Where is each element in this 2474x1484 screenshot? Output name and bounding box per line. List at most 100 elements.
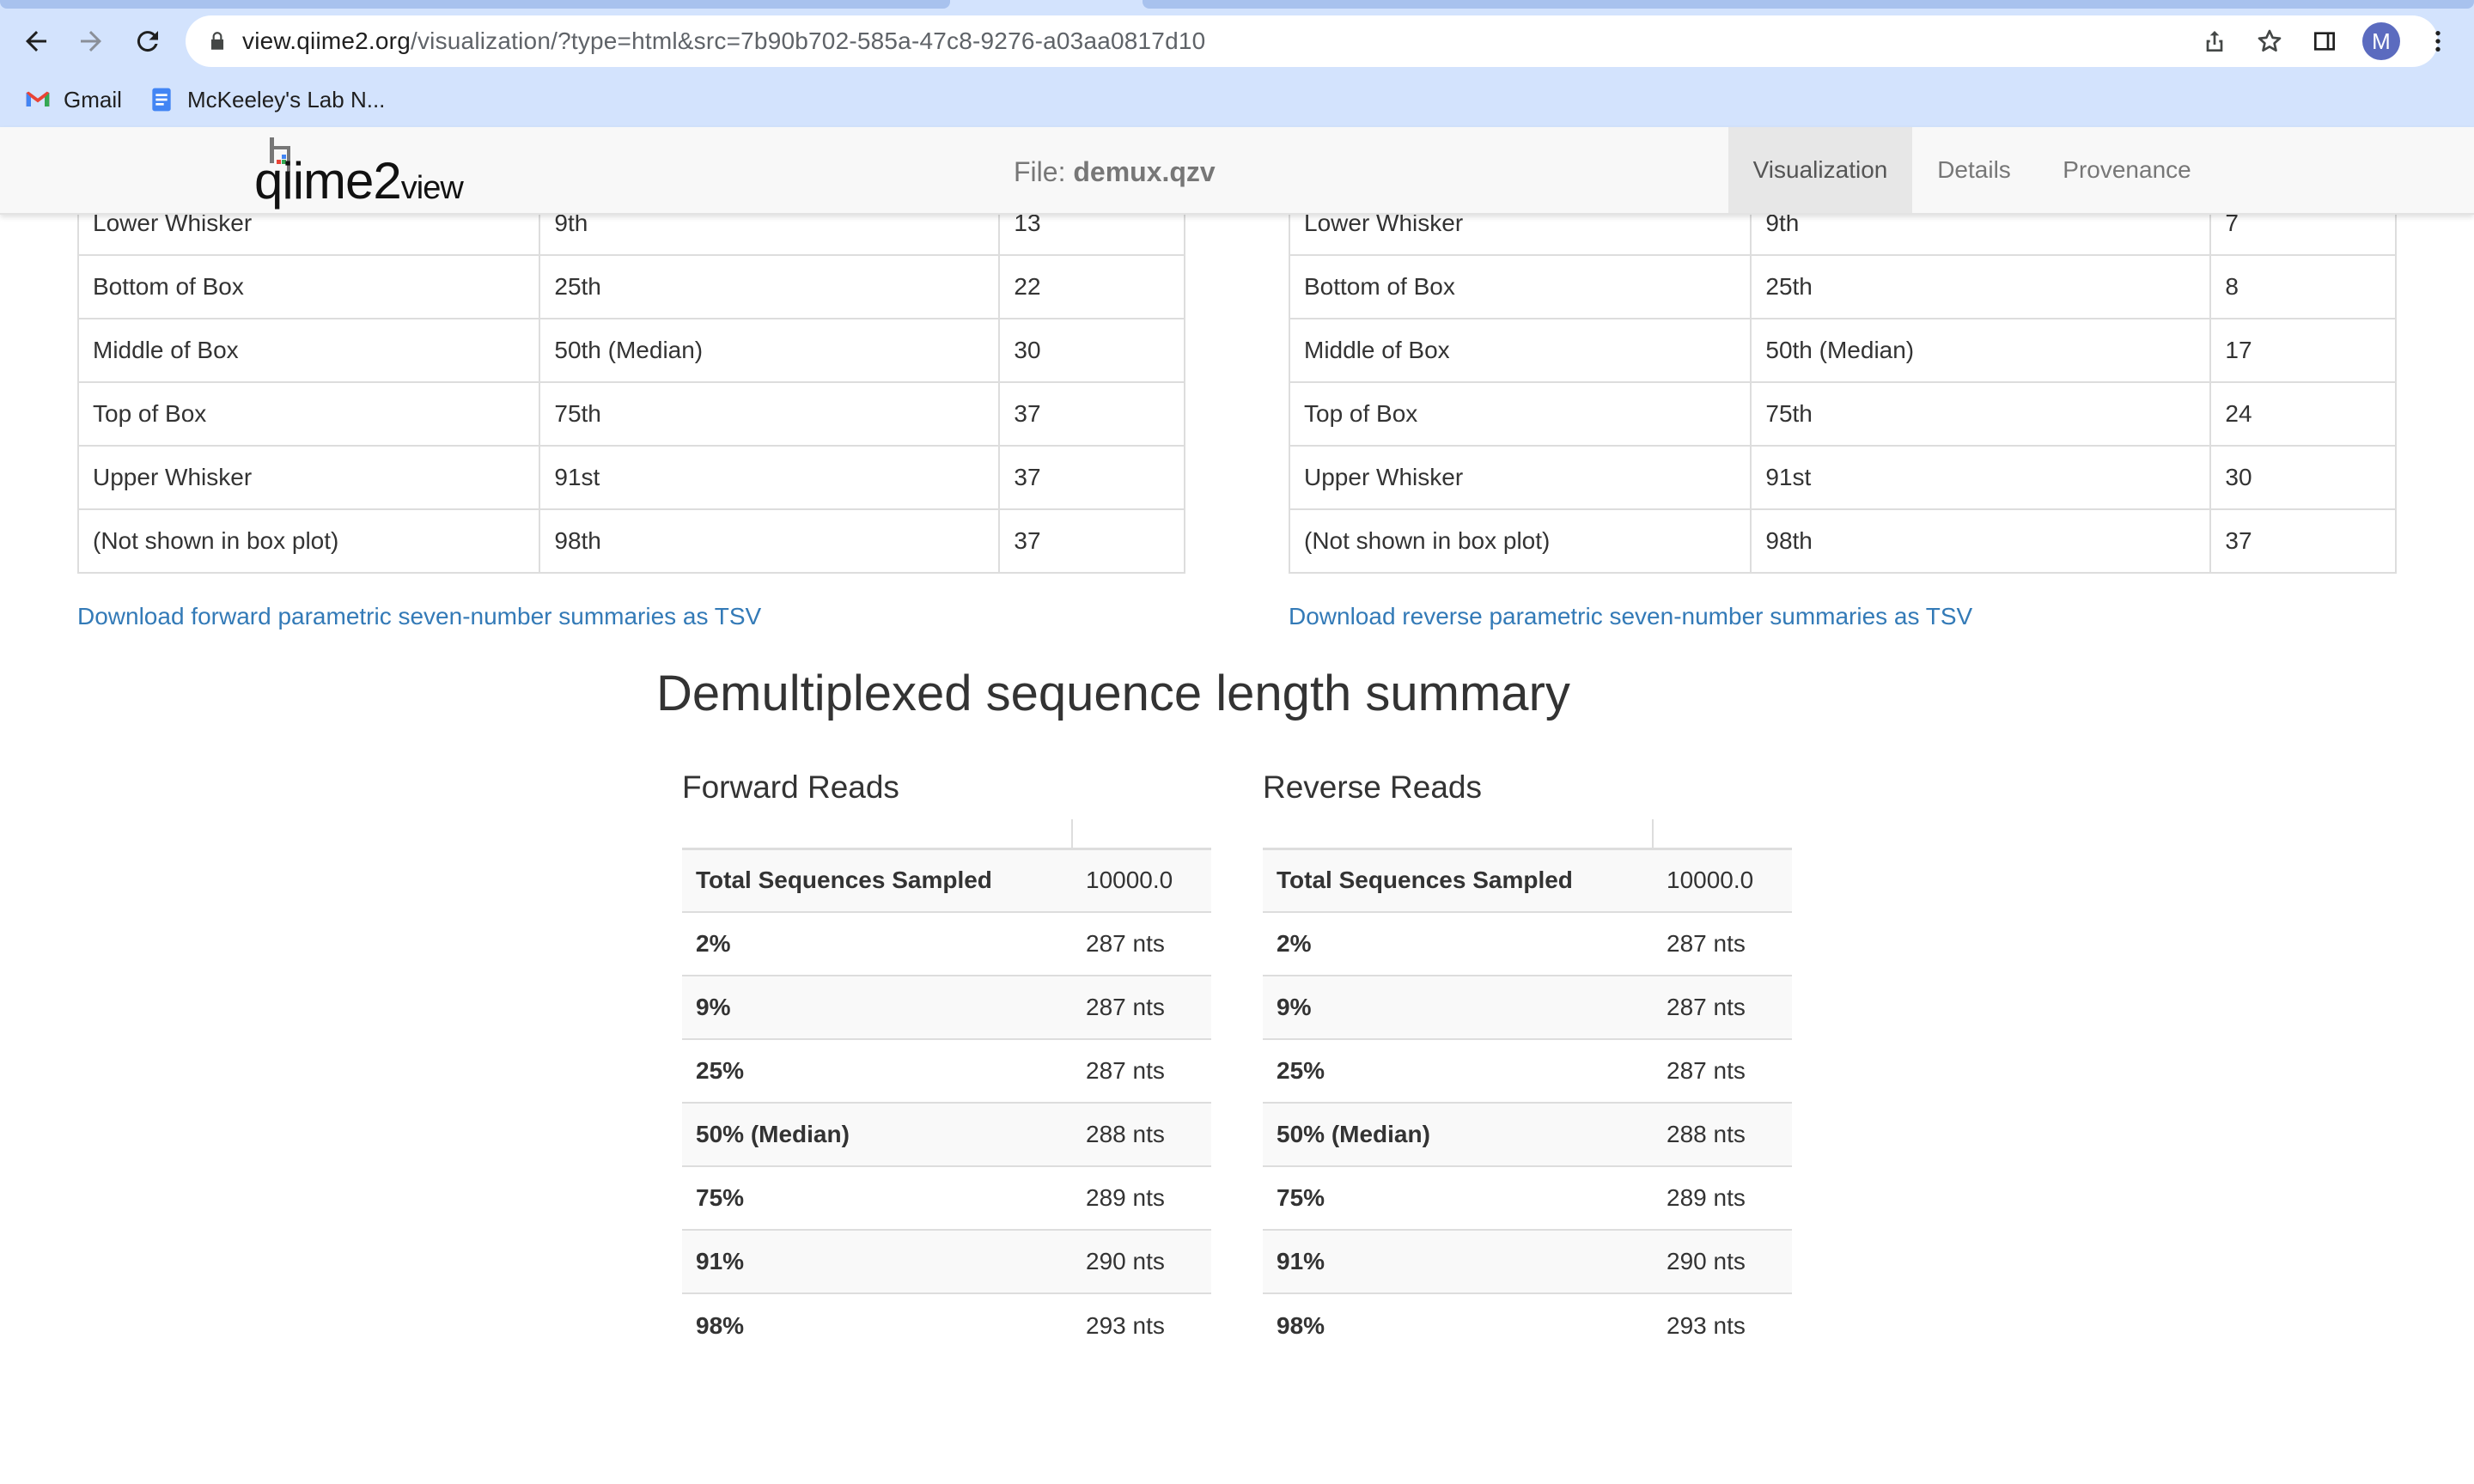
table-cell: 50% (Median) xyxy=(1263,1102,1653,1166)
tab-visualization[interactable]: Visualization xyxy=(1728,127,1912,213)
site-header: qiime2view File: demux.qzv Visualization… xyxy=(0,127,2474,215)
tab-provenance[interactable]: Provenance xyxy=(2036,127,2218,213)
table-row: 98% 293 nts xyxy=(682,1292,1211,1357)
section-title: Demultiplexed sequence length summary xyxy=(656,666,1570,721)
back-arrow-icon xyxy=(26,31,46,52)
table-cell: 91st xyxy=(539,445,1001,510)
tab-details[interactable]: Details xyxy=(1912,127,2036,213)
table-row: Top of Box 75th 24 xyxy=(1288,381,2397,447)
back-button[interactable] xyxy=(10,17,62,65)
table-cell: 37 xyxy=(2209,508,2397,574)
table-cell: 25th xyxy=(539,254,1001,319)
address-bar[interactable]: view.qiime2.org/visualization/?type=html… xyxy=(186,15,2438,67)
table-header-cell xyxy=(1071,819,1211,850)
table-row: Upper Whisker 91st 37 xyxy=(76,445,1185,510)
logo-sub: view xyxy=(400,170,464,206)
bookmark-star-icon[interactable] xyxy=(2256,27,2283,55)
reverse-seven-number-table: Lower Whisker 9th 7 Bottom of Box 25th 8 Mid… xyxy=(1288,215,2397,574)
more-vert-icon xyxy=(2435,31,2440,52)
table-cell: 22 xyxy=(998,254,1185,319)
table-cell: 9th xyxy=(539,215,1001,256)
table-cell: 10000.0 xyxy=(1653,848,1792,912)
profile-button[interactable]: M xyxy=(2362,15,2400,67)
table-cell: 37 xyxy=(998,445,1185,510)
table-cell: 287 nts xyxy=(1653,975,1792,1039)
table-cell: 287 nts xyxy=(1653,1038,1792,1103)
table-row: 75% 289 nts xyxy=(682,1165,1211,1230)
table-cell: Top of Box xyxy=(1288,381,1752,447)
logo-main: qiime2 xyxy=(254,152,402,210)
side-panel-button[interactable] xyxy=(2306,15,2343,67)
table-cell: 24 xyxy=(2209,381,2397,447)
url-path: /visualization/?type=html&src=7b90b702-5… xyxy=(410,27,1206,54)
table-cell: 37 xyxy=(998,381,1185,447)
table-cell: 288 nts xyxy=(1072,1102,1211,1166)
table-cell: Bottom of Box xyxy=(76,254,541,319)
table-cell: 98% xyxy=(682,1292,1072,1357)
table-cell: 25% xyxy=(682,1038,1072,1103)
side-panel-icon xyxy=(2314,32,2335,51)
table-row: 98% 293 nts xyxy=(1263,1292,1792,1357)
tab-label: Visualization xyxy=(1752,156,1888,183)
table-cell: Bottom of Box xyxy=(1288,254,1752,319)
table-cell: 75th xyxy=(539,381,1001,447)
table-cell: 287 nts xyxy=(1653,911,1792,976)
table-cell: 13 xyxy=(998,215,1185,256)
reverse-length-table: Total Sequences Sampled 10000.0 2% 287 nts… xyxy=(1263,819,1792,1357)
table-row: Bottom of Box 25th 8 xyxy=(1288,254,2397,319)
reload-icon xyxy=(137,31,158,52)
table-cell: 25% xyxy=(1263,1038,1653,1103)
menu-button[interactable] xyxy=(2421,15,2455,67)
table-cell: Top of Box xyxy=(76,381,541,447)
forward-seven-number-table: Lower Whisker 9th 13 Bottom of Box 25th 22 M… xyxy=(76,215,1185,574)
table-header-row xyxy=(1263,819,1792,850)
lock-icon[interactable] xyxy=(206,29,229,53)
table-cell: 98% xyxy=(1263,1292,1653,1357)
forward-reads-title: Forward Reads xyxy=(682,769,899,805)
table-cell: Lower Whisker xyxy=(76,215,541,256)
table-header-cell xyxy=(682,819,1072,850)
table-row: 2% 287 nts xyxy=(1263,911,1792,976)
url-host: view.qiime2.org xyxy=(242,27,411,54)
gmail-icon xyxy=(26,91,50,106)
table-cell: 30 xyxy=(2209,445,2397,510)
qiime2-view-logo[interactable]: qiime2view xyxy=(254,134,478,211)
download-reverse-tsv-link[interactable]: Download reverse parametric seven-number… xyxy=(1289,603,1972,630)
table-cell: Total Sequences Sampled xyxy=(1263,848,1653,912)
table-row: Bottom of Box 25th 22 xyxy=(76,254,1185,319)
table-row: 91% 290 nts xyxy=(1263,1229,1792,1293)
table-row: Middle of Box 50th (Median) 30 xyxy=(76,318,1185,383)
tab-strip xyxy=(0,0,2474,9)
logo-text: qiime2view xyxy=(254,151,464,210)
tab-label: Details xyxy=(1937,156,2011,183)
table-row: 50% (Median) 288 nts xyxy=(682,1102,1211,1166)
table-cell: (Not shown in box plot) xyxy=(1288,508,1752,574)
table-cell: 287 nts xyxy=(1072,1038,1211,1103)
file-label: File: xyxy=(1014,156,1066,187)
table-row: (Not shown in box plot) 98th 37 xyxy=(76,508,1185,574)
visualization-content: Lower Whisker 9th 13 Bottom of Box 25th 22 M… xyxy=(0,215,2474,1484)
download-forward-tsv-link[interactable]: Download forward parametric seven-number… xyxy=(77,603,761,630)
table-cell: 2% xyxy=(1263,911,1653,976)
table-cell: Middle of Box xyxy=(76,318,541,383)
table-row: Top of Box 75th 37 xyxy=(76,381,1185,447)
browser-tab[interactable] xyxy=(1143,0,2474,9)
table-row: Lower Whisker 9th 7 xyxy=(1288,215,2397,256)
reload-button[interactable] xyxy=(122,17,174,65)
bookmark-label: Gmail xyxy=(64,86,122,113)
table-row: 25% 287 nts xyxy=(1263,1038,1792,1103)
table-cell: 17 xyxy=(2209,318,2397,383)
table-row: 75% 289 nts xyxy=(1263,1165,1792,1230)
share-icon[interactable] xyxy=(2201,27,2228,55)
url-text[interactable]: view.qiime2.org/visualization/?type=html… xyxy=(242,27,1205,55)
bookmark-gmail[interactable]: Gmail xyxy=(24,82,122,117)
google-docs-icon xyxy=(152,88,171,112)
table-cell: 289 nts xyxy=(1653,1165,1792,1230)
bookmark-lab-notebook[interactable]: McKeeley's Lab N... xyxy=(148,82,385,117)
table-cell: 293 nts xyxy=(1653,1292,1792,1357)
forward-button[interactable] xyxy=(65,17,117,65)
browser-chrome: view.qiime2.org/visualization/?type=html… xyxy=(0,0,2474,127)
browser-tab[interactable] xyxy=(0,0,950,9)
reverse-reads-title: Reverse Reads xyxy=(1263,769,1483,805)
table-cell: 91% xyxy=(1263,1229,1653,1293)
